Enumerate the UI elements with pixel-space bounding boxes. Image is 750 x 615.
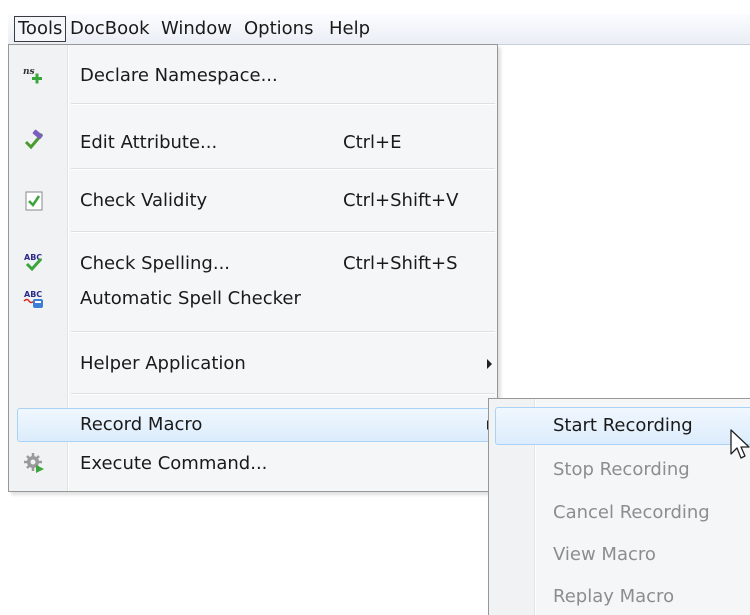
menu-separator [71,331,495,333]
tools-menu: ns Declare Namespace... Edit Attribute..… [8,44,498,492]
menu-item-label: Check Spelling... [80,253,231,274]
submenu-item-label: Replay Macro [553,586,675,607]
menu-item-label: Declare Namespace... [80,65,278,86]
menu-item-execute-command[interactable]: Execute Command... [9,448,497,480]
namespace-add-icon: ns [23,67,42,84]
menu-separator [71,231,495,233]
menu-item-check-spelling[interactable]: ABC Check Spelling... Ctrl+Shift+S [9,249,497,279]
record-macro-submenu: Start Recording Stop Recording Cancel Re… [488,398,750,615]
menu-separator [71,168,495,170]
submenu-item-label: Cancel Recording [553,502,710,523]
submenu-arrow-icon [487,359,492,369]
menu-item-label: Helper Application [80,353,246,374]
menu-item-label: Execute Command... [80,453,268,474]
menu-item-helper-application[interactable]: Helper Application [9,348,497,380]
menu-item-edit-attribute[interactable]: Edit Attribute... Ctrl+E [9,128,497,158]
menu-separator [71,103,495,105]
menu-item-label: Check Validity [80,190,208,211]
submenu-item-cancel-recording[interactable]: Cancel Recording [489,497,750,529]
menu-item-record-macro[interactable]: Record Macro [9,408,497,442]
mouse-pointer-icon [730,429,750,459]
menu-item-shortcut: Ctrl+Shift+S [343,253,458,274]
menu-separator [71,393,495,395]
menu-item-automatic-spell-checker[interactable]: ABC Automatic Spell Checker [9,284,497,314]
menu-item-check-validity[interactable]: Check Validity Ctrl+Shift+V [9,185,497,217]
menu-item-label: Record Macro [80,414,203,435]
submenu-item-replay-macro[interactable]: Replay Macro [489,581,750,613]
auto-spell-check-icon: ABC [23,290,43,308]
submenu-item-label: Start Recording [553,415,693,436]
menu-item-label: Edit Attribute... [80,132,218,153]
menu-item-label: Automatic Spell Checker [80,288,301,309]
menu-bar: Tools DocBook Window Options Help [8,14,750,45]
menu-options[interactable]: Options [241,16,316,42]
svg-text:ABC: ABC [24,290,42,299]
submenu-item-view-macro[interactable]: View Macro [489,539,750,571]
menu-docbook[interactable]: DocBook [67,16,153,42]
menu-item-shortcut: Ctrl+Shift+V [343,190,459,211]
spell-check-icon: ABC [24,253,42,272]
menu-item-shortcut: Ctrl+E [343,132,402,153]
menu-help[interactable]: Help [326,16,373,42]
edit-attribute-icon [24,129,44,150]
svg-text:ns: ns [23,67,35,77]
check-validity-icon [25,191,43,211]
menu-window[interactable]: Window [158,16,235,42]
menu-item-declare-namespace[interactable]: ns Declare Namespace... [9,61,497,91]
execute-command-icon [24,453,44,473]
submenu-item-label: View Macro [553,544,656,565]
submenu-item-stop-recording[interactable]: Stop Recording [489,454,750,486]
submenu-item-start-recording[interactable]: Start Recording [489,407,750,445]
submenu-item-label: Stop Recording [553,459,690,480]
menu-tools[interactable]: Tools [14,16,67,42]
